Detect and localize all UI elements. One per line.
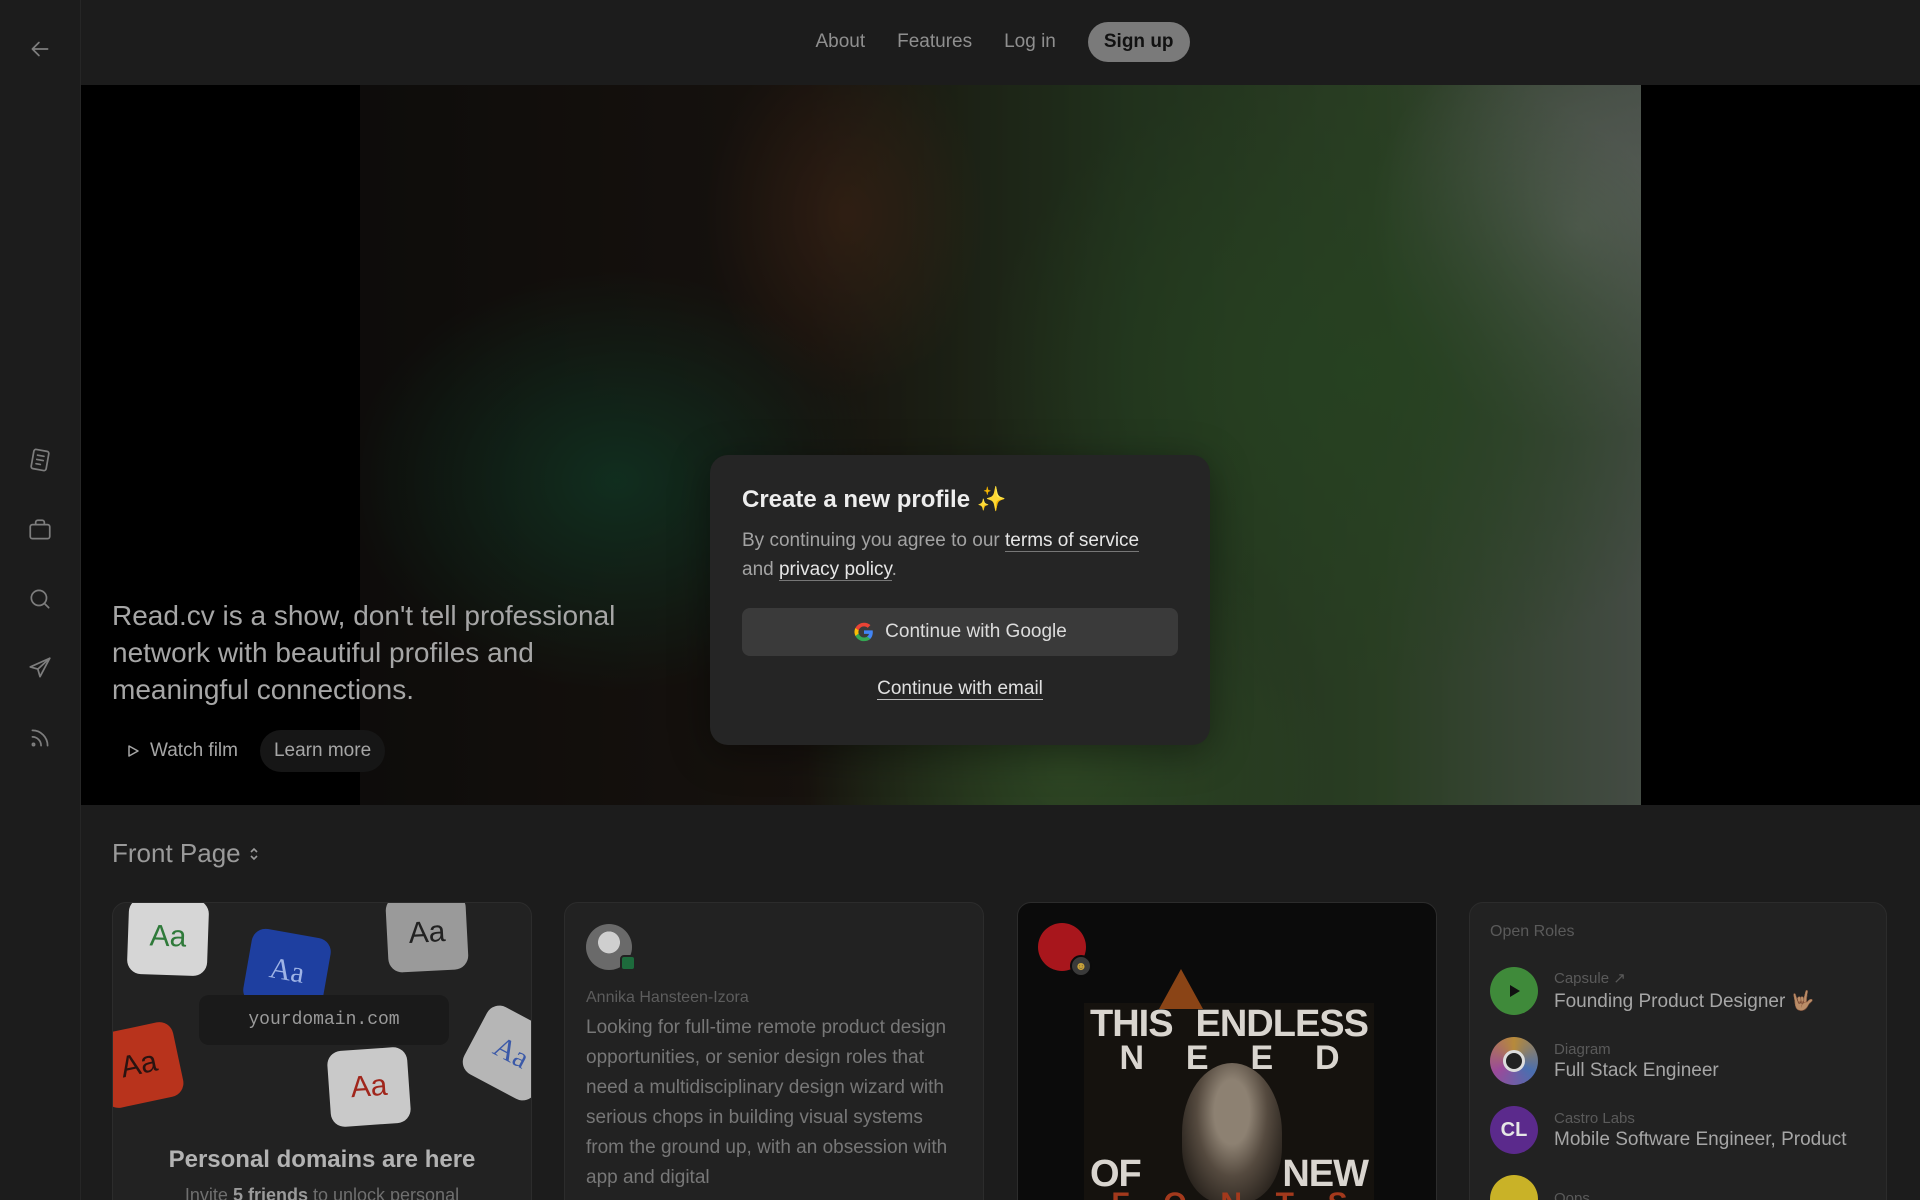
modal-sub-and: and [742,559,779,580]
briefcase-icon[interactable] [20,510,60,550]
continue-with-google-button[interactable]: Continue with Google [742,608,1178,656]
modal-terms-text: By continuing you agree to our terms of … [742,526,1178,584]
role-title: Full Stack Engineer [1554,1059,1719,1081]
poster-letter: N [1220,1187,1242,1200]
front-page-title: Front Page [112,838,241,868]
role-company: Castro Labs [1554,1109,1635,1127]
poster-letter: D [1315,1039,1340,1077]
role-company: Capsule ↗ [1554,970,1626,987]
notes-icon[interactable] [20,440,60,480]
role-item[interactable]: Capsule ↗ Founding Product Designer 🤟🏽 [1490,967,1814,1015]
poster-letter: T [1276,1187,1294,1200]
role-item[interactable]: Diagram Full Stack Engineer [1490,1037,1719,1085]
continue-with-email-link[interactable]: Continue with email [877,678,1043,700]
poster-letter: N [1119,1039,1144,1077]
post-author[interactable]: Annika Hansteen-Izora [586,989,749,1007]
role-item[interactable]: Oops [1490,1175,1590,1200]
domains-sub-prefix: Invite [184,1185,233,1200]
modal-sub-end: . [891,559,897,580]
google-icon [854,622,873,642]
role-title: Founding Product Designer 🤟🏽 [1554,991,1815,1012]
rss-icon[interactable] [20,718,60,758]
oops-logo-icon [1490,1175,1538,1200]
emoji-badge: ☻ [1070,955,1092,977]
domains-sub-suffix: to unlock personal [307,1185,460,1200]
poster-letter: O [1163,1187,1186,1200]
poster-card[interactable]: ☻ THIS ENDLESS N E E D OF NEW F O N T S [1017,902,1437,1200]
sidebar [0,0,81,1200]
search-icon[interactable] [20,579,60,619]
poster-line: N E E D [1084,1039,1374,1078]
font-tile: Aa [126,903,210,977]
domain-pill: yourdomain.com [199,995,449,1045]
learn-more-label: Learn more [273,740,372,761]
font-tile: Aa [457,1000,531,1106]
post-body: Looking for full-time remote product des… [586,1017,948,1188]
front-page-selector[interactable]: Front Page [112,838,259,869]
nav-about-link[interactable]: About [815,31,865,53]
post-card[interactable]: Annika Hansteen-Izora Looking for full-t… [564,902,984,1200]
role-item[interactable]: CL Castro Labs Mobile Software Engineer,… [1490,1106,1847,1154]
capsule-logo-icon [1490,967,1538,1015]
poster-line: F O N T S [1084,1187,1374,1200]
domains-card-title: Personal domains are here [168,1146,476,1173]
open-roles-title: Open Roles [1490,923,1575,940]
font-tile: Aa [326,1046,412,1128]
signup-button[interactable]: Sign up [1087,22,1190,62]
back-arrow-icon[interactable] [20,29,60,69]
diagram-logo-icon [1490,1037,1538,1085]
personal-domains-card[interactable]: Aa Aa Aa Aa Aa Aa yourdomain.com Persona… [112,902,532,1200]
top-nav: About Features Log in Sign up [81,0,1920,85]
poster-image: THIS ENDLESS N E E D OF NEW F O N T S [1084,1003,1374,1200]
poster-letter: E [1250,1039,1273,1077]
send-icon[interactable] [20,648,60,688]
nav-links: About Features Log in Sign up [81,22,1920,62]
domains-sub-bold: 5 friends [232,1185,308,1200]
open-roles-card: Open Roles Capsule ↗ Founding Product De… [1469,902,1887,1200]
create-profile-modal: Create a new profile ✨ By continuing you… [710,455,1210,745]
role-company: Oops [1554,1189,1590,1200]
hero-actions: Watch film Learn more [112,730,386,772]
nav-features-link[interactable]: Features [897,31,972,53]
status-badge [620,955,636,971]
castro-labs-logo-icon: CL [1490,1106,1538,1154]
email-link-row: Continue with email [742,678,1178,700]
font-tile: Aa [113,1019,187,1111]
modal-sub-prefix: By continuing you agree to our [742,530,1006,551]
privacy-policy-link[interactable]: privacy policy [778,559,892,581]
poster-letter: F [1111,1187,1129,1200]
modal-title: Create a new profile ✨ [742,486,1007,513]
hero-tagline: Read.cv is a show, don't tell profession… [112,600,616,705]
poster-letter: E [1185,1039,1209,1077]
terms-of-service-link[interactable]: terms of service [1005,530,1140,552]
watch-film-button[interactable]: Watch film [112,730,252,772]
role-title: Mobile Software Engineer, Product [1554,1128,1847,1150]
poster-letter: S [1328,1187,1348,1200]
watch-film-label: Watch film [150,740,238,761]
poster-triangle [1159,969,1203,1009]
sort-icon [250,847,258,860]
role-company: Diagram [1554,1040,1611,1058]
play-icon [128,745,139,757]
nav-login-link[interactable]: Log in [1004,31,1056,53]
google-button-label: Continue with Google [885,621,1067,642]
learn-more-button[interactable]: Learn more [259,730,386,772]
font-tile: Aa [385,903,469,974]
domains-card-subtitle: Invite 5 friends to unlock personal [113,1185,531,1200]
